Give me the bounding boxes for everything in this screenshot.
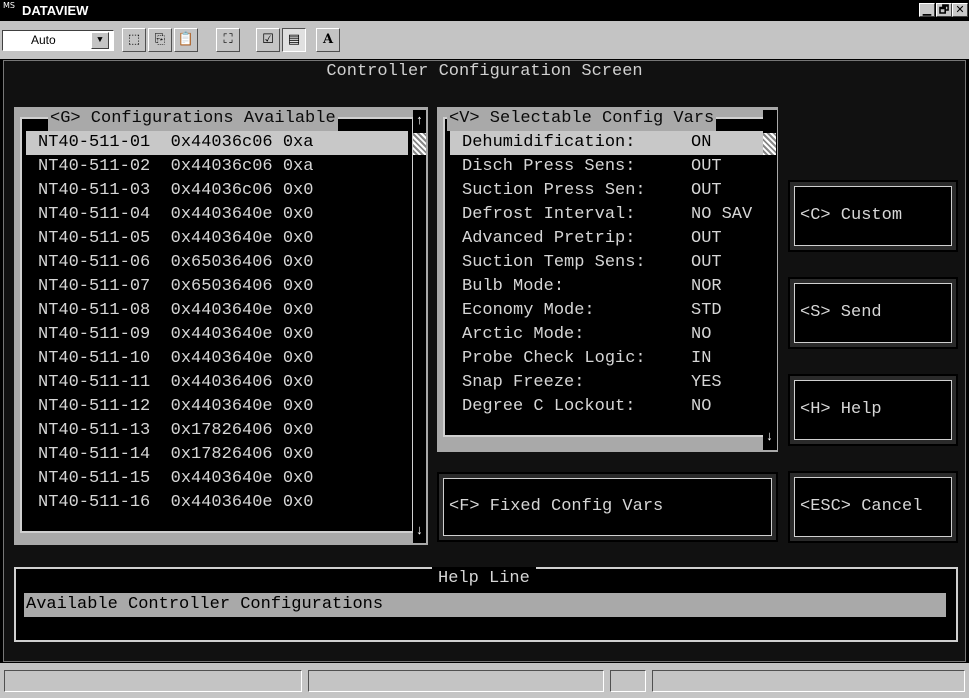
- screen-title: Controller Configuration Screen: [326, 62, 643, 81]
- list-item[interactable]: Probe Check Logic: IN: [450, 347, 763, 371]
- list-item[interactable]: Advanced Pretrip: OUT: [450, 227, 763, 251]
- custom-label: <C> Custom: [800, 206, 903, 225]
- list-item[interactable]: Disch Press Sens: OUT: [450, 155, 763, 179]
- list-item[interactable]: NT40-511-16 0x4403640e 0x0: [26, 491, 408, 515]
- fixed-config-vars-label: <F> Fixed Config Vars: [449, 497, 664, 516]
- var-label: Disch Press Sens:: [462, 157, 636, 176]
- help-button[interactable]: <H> Help: [788, 374, 958, 446]
- list-item[interactable]: Economy Mode: STD: [450, 299, 763, 323]
- var-value: OUT: [691, 157, 722, 176]
- list-item[interactable]: NT40-511-15 0x4403640e 0x0: [26, 467, 408, 491]
- var-value: NO: [691, 397, 712, 416]
- app-icon[interactable]: MS: [3, 2, 19, 18]
- window-title: DATAVIEW: [22, 3, 89, 18]
- scrollbar-thumb[interactable]: [763, 133, 776, 155]
- list-item[interactable]: NT40-511-08 0x4403640e 0x0: [26, 299, 408, 323]
- status-segment: [308, 670, 604, 692]
- background-icon[interactable]: ▤: [282, 28, 306, 52]
- full-screen-icon[interactable]: ⛶: [216, 28, 240, 52]
- font-size-value: Auto: [31, 33, 56, 47]
- scroll-down-arrow-icon[interactable]: ↓: [413, 520, 426, 542]
- chevron-down-icon[interactable]: ▼: [91, 32, 109, 49]
- close-button[interactable]: ✕: [952, 3, 968, 17]
- list-item[interactable]: NT40-511-10 0x4403640e 0x0: [26, 347, 408, 371]
- font-icon[interactable]: A: [316, 28, 340, 52]
- list-item[interactable]: NT40-511-05 0x4403640e 0x0: [26, 227, 408, 251]
- list-item[interactable]: Snap Freeze: YES: [450, 371, 763, 395]
- list-item[interactable]: Dehumidification: ON: [450, 131, 763, 155]
- help-line-text: Available Controller Configurations: [24, 593, 946, 617]
- help-label: <H> Help: [800, 400, 882, 419]
- list-item[interactable]: NT40-511-01 0x44036c06 0xa: [26, 131, 408, 155]
- copy-icon[interactable]: ⎘: [148, 28, 172, 52]
- list-item[interactable]: Suction Temp Sens: OUT: [450, 251, 763, 275]
- list-item[interactable]: NT40-511-11 0x44036406 0x0: [26, 371, 408, 395]
- var-value: NO: [691, 325, 712, 344]
- scroll-down-arrow-icon[interactable]: ↓: [763, 426, 776, 448]
- list-item[interactable]: NT40-511-04 0x4403640e 0x0: [26, 203, 408, 227]
- cancel-label: <ESC> Cancel: [800, 497, 923, 516]
- var-label: Snap Freeze:: [462, 373, 585, 392]
- var-label: Probe Check Logic:: [462, 349, 646, 368]
- restore-button[interactable]: 🗗: [936, 3, 952, 17]
- minimize-button[interactable]: ▁: [919, 3, 935, 17]
- configurations-scrollbar[interactable]: [413, 110, 426, 543]
- var-label: Economy Mode:: [462, 301, 595, 320]
- var-label: Bulb Mode:: [462, 277, 565, 296]
- var-value: OUT: [691, 253, 722, 272]
- var-value: IN: [691, 349, 712, 368]
- send-button[interactable]: <S> Send: [788, 277, 958, 349]
- configurations-title: <G> Configurations Available: [48, 107, 338, 131]
- var-value: NO SAV: [691, 205, 753, 224]
- list-item[interactable]: Defrost Interval: NO SAV: [450, 203, 763, 227]
- scroll-up-arrow-icon[interactable]: ↑: [413, 110, 426, 132]
- var-label: Arctic Mode:: [462, 325, 585, 344]
- configurations-list[interactable]: NT40-511-01 0x44036c06 0xa NT40-511-02 0…: [26, 131, 408, 515]
- list-item[interactable]: NT40-511-06 0x65036406 0x0: [26, 251, 408, 275]
- list-item[interactable]: Suction Press Sen: OUT: [450, 179, 763, 203]
- var-value: YES: [691, 373, 722, 392]
- list-item[interactable]: Degree C Lockout: NO: [450, 395, 763, 419]
- var-label: Defrost Interval:: [462, 205, 636, 224]
- var-label: Suction Temp Sens:: [462, 253, 646, 272]
- select-rect-icon[interactable]: ⬚: [122, 28, 146, 52]
- properties-icon[interactable]: ☑: [256, 28, 280, 52]
- list-item[interactable]: NT40-511-02 0x44036c06 0xa: [26, 155, 408, 179]
- var-label: Dehumidification:: [462, 133, 636, 152]
- cancel-button[interactable]: <ESC> Cancel: [788, 471, 958, 543]
- list-item[interactable]: NT40-511-14 0x17826406 0x0: [26, 443, 408, 467]
- var-value: ON: [691, 133, 712, 152]
- selectable-vars-title: <V> Selectable Config Vars: [447, 107, 717, 131]
- send-label: <S> Send: [800, 303, 882, 322]
- list-item[interactable]: NT40-511-03 0x44036c06 0x0: [26, 179, 408, 203]
- help-line-title: Help Line: [432, 567, 536, 591]
- custom-button[interactable]: <C> Custom: [788, 180, 958, 252]
- list-item[interactable]: Arctic Mode: NO: [450, 323, 763, 347]
- selectable-vars-scrollbar[interactable]: [763, 110, 777, 450]
- var-value: STD: [691, 301, 722, 320]
- list-item[interactable]: NT40-511-13 0x17826406 0x0: [26, 419, 408, 443]
- status-segment: [4, 670, 302, 692]
- scrollbar-thumb[interactable]: [413, 133, 426, 155]
- selectable-vars-list[interactable]: Dehumidification: ON Disch Press Sens: OUT…: [450, 131, 763, 419]
- var-label: Degree C Lockout:: [462, 397, 636, 416]
- paste-icon[interactable]: 📋: [174, 28, 198, 52]
- title-bar: [0, 0, 969, 21]
- status-segment: [610, 670, 646, 692]
- list-item[interactable]: NT40-511-07 0x65036406 0x0: [26, 275, 408, 299]
- list-item[interactable]: NT40-511-12 0x4403640e 0x0: [26, 395, 408, 419]
- var-label: Advanced Pretrip:: [462, 229, 636, 248]
- var-value: OUT: [691, 181, 722, 200]
- var-label: Suction Press Sen:: [462, 181, 646, 200]
- list-item[interactable]: NT40-511-09 0x4403640e 0x0: [26, 323, 408, 347]
- fixed-config-vars-button[interactable]: <F> Fixed Config Vars: [437, 472, 778, 542]
- var-value: OUT: [691, 229, 722, 248]
- font-size-select[interactable]: Auto ▼: [2, 30, 114, 51]
- var-value: NOR: [691, 277, 722, 296]
- status-segment: [652, 670, 965, 692]
- list-item[interactable]: Bulb Mode: NOR: [450, 275, 763, 299]
